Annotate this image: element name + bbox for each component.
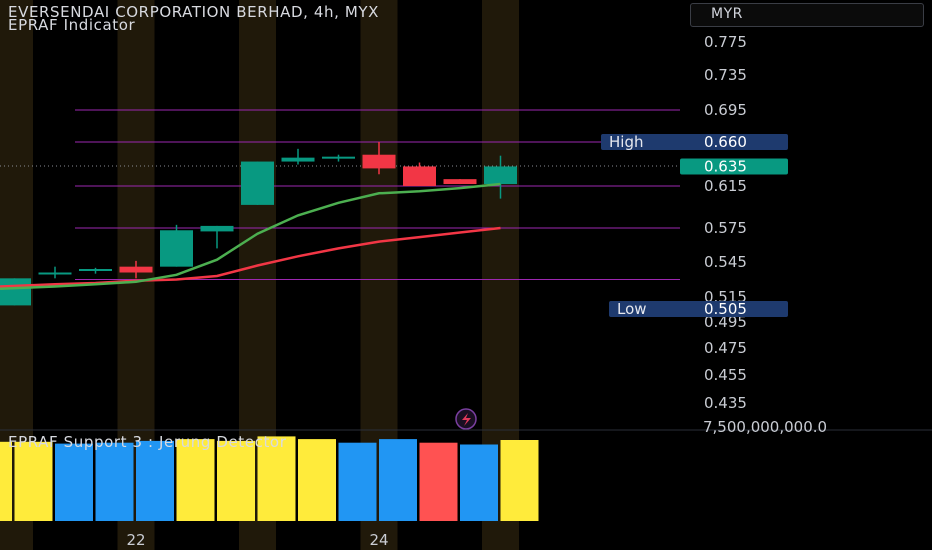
price-tick-label: 0.545 <box>704 253 747 271</box>
candle-body <box>160 230 193 267</box>
time-tick-label: 22 <box>126 531 145 549</box>
candle[interactable] <box>241 161 274 205</box>
candle-body <box>119 266 153 273</box>
price-tag-value: 0.505 <box>704 300 747 318</box>
price-tick-label: 0.575 <box>704 219 747 237</box>
price-tick-label: 0.455 <box>704 366 747 384</box>
price-tag-value: 0.660 <box>704 133 747 151</box>
candle-body <box>241 161 274 205</box>
candle-body <box>79 269 112 271</box>
volume-bar <box>55 443 93 521</box>
volume-bar <box>217 440 255 521</box>
chart[interactable]: 0.7750.7350.6950.6150.5750.5450.5150.495… <box>0 0 932 550</box>
volume-bar <box>338 442 377 521</box>
candle[interactable] <box>403 162 436 186</box>
volume-bar <box>500 440 539 521</box>
candle-body <box>322 156 355 159</box>
candle[interactable] <box>79 267 112 274</box>
candle[interactable] <box>443 179 477 185</box>
currency-selector[interactable]: MYR <box>690 3 924 27</box>
level-tag-label: Low <box>617 300 647 318</box>
candle[interactable] <box>160 224 193 267</box>
candle[interactable] <box>322 154 355 162</box>
pane2-axis-value: 7,500,000,000.0 <box>703 418 827 436</box>
price-tick-label: 0.735 <box>704 66 747 84</box>
volume-bar <box>14 441 53 521</box>
volume-bar <box>0 441 12 521</box>
price-tick-label: 0.435 <box>704 394 747 412</box>
candle[interactable] <box>0 278 31 306</box>
price-tags: High 0.660 0.635 Low 0.505 <box>601 133 788 318</box>
level-tag-label: High <box>609 133 643 151</box>
volume-bar <box>298 439 336 521</box>
volume-bar <box>379 439 417 521</box>
candle[interactable] <box>200 225 234 249</box>
volume-bar <box>176 439 215 521</box>
candle[interactable] <box>281 148 315 165</box>
indicator-name: EPRAF Indicator <box>8 16 136 34</box>
candle-body <box>443 179 477 185</box>
pane2-title: EPRAF Support 3 : Jerung Detector <box>8 433 287 451</box>
price-tag-value: 0.635 <box>704 157 747 175</box>
price-axis[interactable]: 0.7750.7350.6950.6150.5750.5450.5150.495… <box>704 33 747 412</box>
volume-bar <box>460 444 498 521</box>
candle-body <box>38 272 72 275</box>
candle-body <box>200 225 234 232</box>
volume-bar <box>95 442 134 521</box>
price-tick-label: 0.475 <box>704 339 747 357</box>
time-tick-label: 24 <box>369 531 388 549</box>
lightning-icon[interactable] <box>455 408 477 430</box>
candle-body <box>0 278 31 306</box>
candle-body <box>281 157 315 162</box>
price-tick-label: 0.695 <box>704 101 747 119</box>
candle-body <box>362 154 396 169</box>
currency-label: MYR <box>711 6 743 22</box>
candle-body <box>484 166 517 185</box>
price-tick-label: 0.775 <box>704 33 747 51</box>
price-tick-label: 0.615 <box>704 177 747 195</box>
volume-bar <box>419 442 458 521</box>
candle-body <box>403 166 436 186</box>
volume-bar <box>136 440 174 521</box>
candle[interactable] <box>38 266 72 279</box>
